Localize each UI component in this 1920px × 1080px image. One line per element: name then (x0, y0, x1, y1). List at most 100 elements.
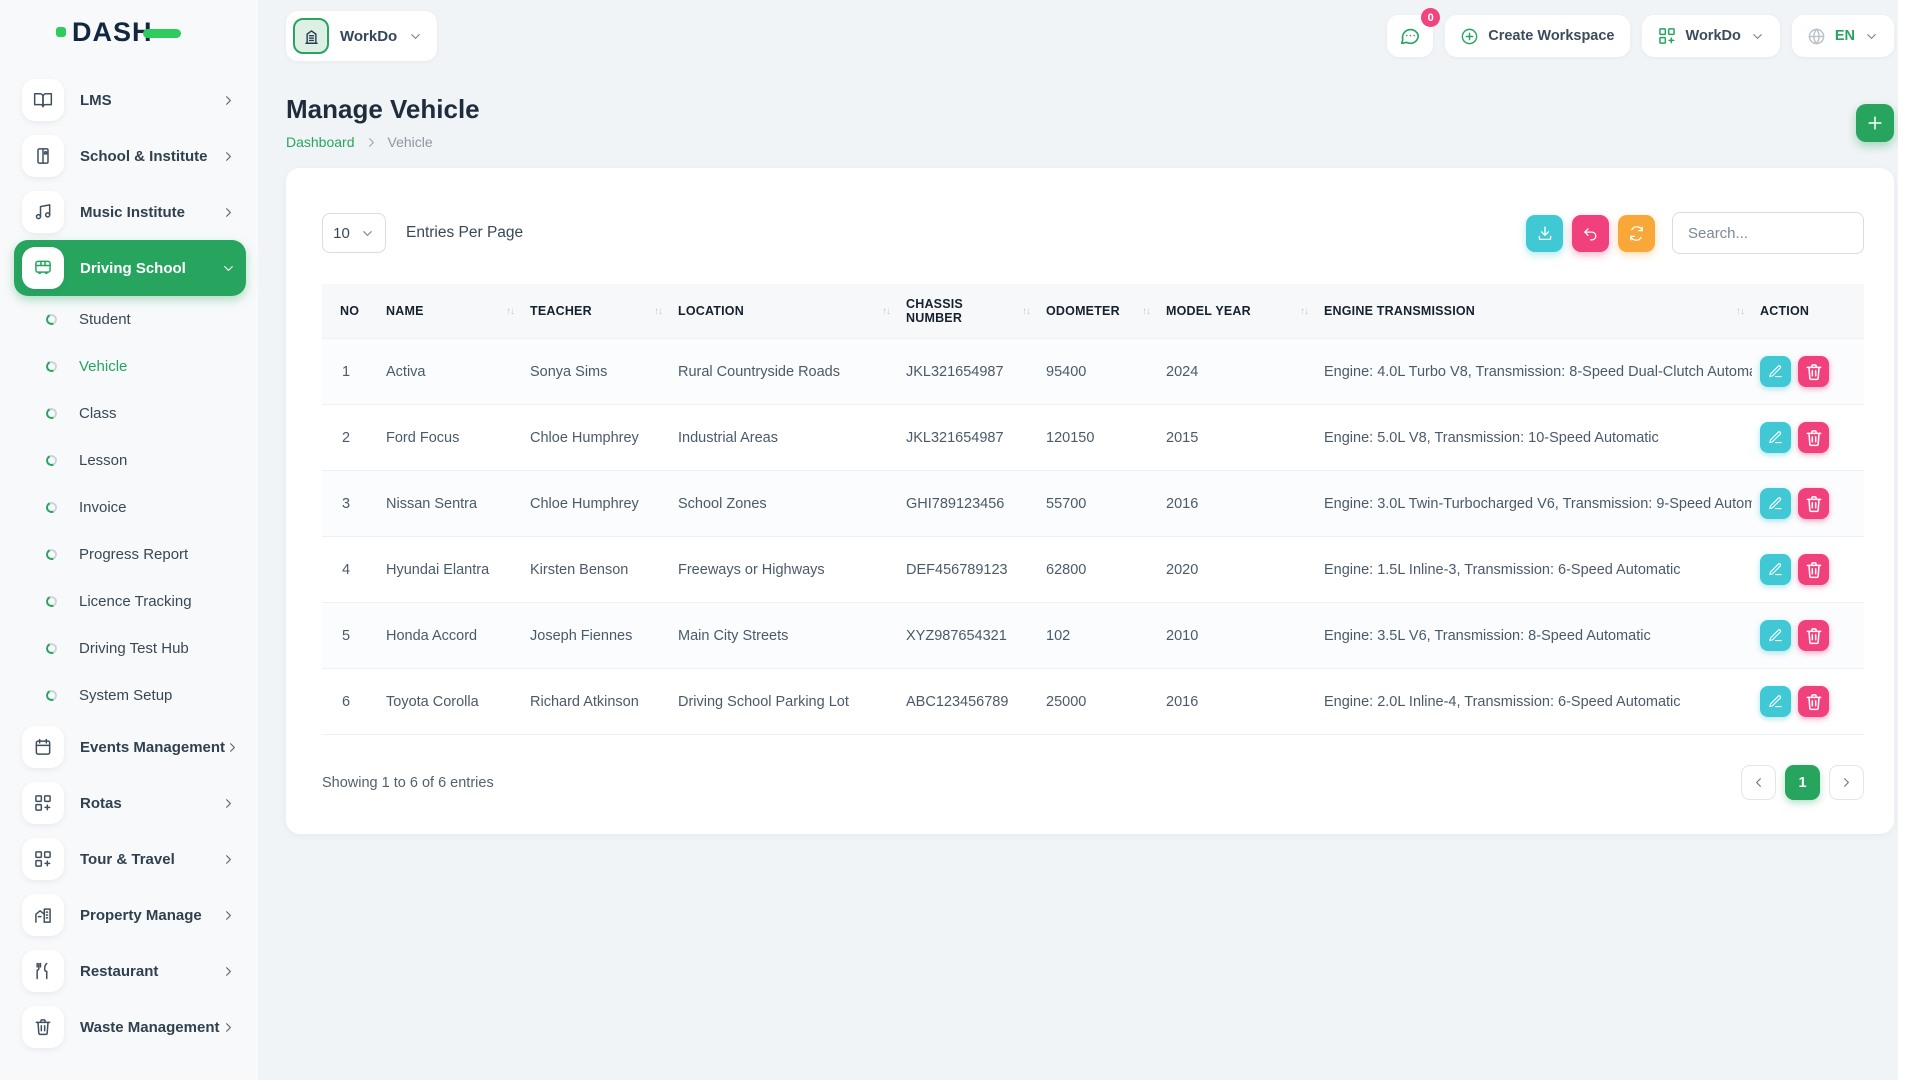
workspace-icon (293, 18, 329, 54)
chevron-down-icon (1864, 29, 1879, 44)
sidebar-item-driving-test-hub[interactable]: Driving Test Hub (14, 625, 246, 672)
edit-button[interactable] (1760, 686, 1791, 717)
sidebar-item-label: Lesson (79, 452, 128, 469)
language-selector[interactable]: EN (1791, 15, 1894, 57)
app-logo[interactable]: DASH (0, 0, 258, 64)
column-header-location[interactable]: LOCATION ↑↓ (670, 284, 898, 339)
reset-button[interactable] (1572, 214, 1609, 252)
sidebar-item-vehicle[interactable]: Vehicle (14, 343, 246, 390)
column-header-action: ACTION (1752, 284, 1864, 339)
sidebar-item-restaurant[interactable]: Restaurant (14, 943, 246, 999)
sort-icon[interactable]: ↑↓ (506, 306, 515, 317)
column-header-chassis-number[interactable]: CHASSIS NUMBER ↑↓ (898, 284, 1038, 339)
edit-button[interactable] (1760, 422, 1791, 453)
edit-button[interactable] (1760, 356, 1791, 387)
sidebar-item-rotas[interactable]: Rotas (14, 775, 246, 831)
column-header-label: ODOMETER (1046, 304, 1120, 318)
cell-action (1752, 404, 1864, 471)
add-vehicle-button[interactable] (1856, 104, 1894, 142)
delete-button[interactable] (1798, 356, 1829, 387)
entries-per-page-select[interactable]: 10 (322, 213, 386, 253)
cell-chassis-number: GHI789123456 (898, 470, 1038, 537)
delete-button[interactable] (1798, 686, 1829, 717)
edit-button[interactable] (1760, 554, 1791, 585)
pagination-prev-button[interactable] (1741, 765, 1776, 800)
sort-icon[interactable]: ↑↓ (1300, 306, 1309, 317)
sidebar-item-label: Tour & Travel (80, 850, 175, 868)
topbar: WorkDo 0 Create Workspace WorkDo EN (258, 0, 1898, 72)
sidebar-item-lms[interactable]: LMS (14, 72, 246, 128)
sidebar-item-property-manage[interactable]: Property Manage (14, 887, 246, 943)
breadcrumb-dashboard-link[interactable]: Dashboard (286, 134, 355, 150)
calendar-icon (33, 737, 53, 757)
sidebar-item-events-management[interactable]: Events Management (14, 719, 246, 775)
sidebar-item-lesson[interactable]: Lesson (14, 437, 246, 484)
delete-button[interactable] (1798, 620, 1829, 651)
sidebar-item-student[interactable]: Student (14, 296, 246, 343)
bullet-icon (44, 547, 59, 562)
workspace-switcher[interactable]: WorkDo (286, 11, 438, 61)
create-workspace-button[interactable]: Create Workspace (1445, 15, 1630, 57)
bullet-icon (44, 312, 59, 327)
cell-engine-transmission: Engine: 1.5L Inline-3, Transmission: 6-S… (1316, 536, 1752, 603)
column-header-model-year[interactable]: MODEL YEAR ↑↓ (1158, 284, 1316, 339)
vehicle-table-card: 10 Entries Per Page NONAME↑↓TEACHER↑↓LOC… (286, 168, 1894, 834)
cell-name: Ford Focus (378, 404, 522, 471)
sort-icon[interactable]: ↑↓ (1142, 306, 1151, 317)
column-header-engine-transmission[interactable]: ENGINE TRANSMISSION ↑↓ (1316, 284, 1752, 339)
refresh-button[interactable] (1618, 214, 1655, 252)
pagination-page-1[interactable]: 1 (1785, 765, 1820, 800)
search-input[interactable] (1672, 212, 1864, 254)
bullet-icon (44, 500, 59, 515)
column-header-label: TEACHER (530, 304, 592, 318)
cell-no: 1 (322, 338, 378, 405)
chevron-down-icon (360, 226, 375, 241)
delete-button[interactable] (1798, 422, 1829, 453)
column-header-name[interactable]: NAME ↑↓ (378, 284, 522, 339)
column-header-teacher[interactable]: TEACHER ↑↓ (522, 284, 670, 339)
column-header-label: NAME (386, 304, 424, 318)
edit-button[interactable] (1760, 620, 1791, 651)
messages-button[interactable]: 0 (1387, 8, 1441, 57)
pagination-next-button[interactable] (1829, 765, 1864, 800)
cell-teacher: Kirsten Benson (522, 536, 670, 603)
sort-icon[interactable]: ↑↓ (1022, 306, 1031, 317)
sidebar-item-music-institute[interactable]: Music Institute (14, 184, 246, 240)
workspace-label: WorkDo (340, 27, 398, 45)
sidebar-item-class[interactable]: Class (14, 390, 246, 437)
sidebar-item-system-setup[interactable]: System Setup (14, 672, 246, 719)
column-header-odometer[interactable]: ODOMETER ↑↓ (1038, 284, 1158, 339)
sort-icon[interactable]: ↑↓ (654, 306, 663, 317)
table-row: 5 Honda Accord Joseph Fiennes Main City Str… (322, 602, 1864, 669)
workdo-menu-button[interactable]: WorkDo (1641, 15, 1780, 57)
sidebar-item-waste-management[interactable]: Waste Management (14, 999, 246, 1055)
delete-button[interactable] (1798, 488, 1829, 519)
create-workspace-label: Create Workspace (1488, 28, 1615, 44)
scrollbar[interactable] (1898, 0, 1920, 1080)
cell-teacher: Joseph Fiennes (522, 602, 670, 669)
chevron-right-icon (221, 908, 236, 923)
export-button[interactable] (1526, 214, 1563, 252)
sidebar-item-progress-report[interactable]: Progress Report (14, 531, 246, 578)
page-title: Manage Vehicle (286, 94, 480, 124)
sort-icon[interactable]: ↑↓ (882, 306, 891, 317)
sidebar-item-school-and-institute[interactable]: School & Institute (14, 128, 246, 184)
column-header-label: ENGINE TRANSMISSION (1324, 304, 1476, 318)
sidebar-item-invoice[interactable]: Invoice (14, 484, 246, 531)
cell-model-year: 2010 (1158, 602, 1316, 669)
sidebar-item-licence-tracking[interactable]: Licence Tracking (14, 578, 246, 625)
sort-icon[interactable]: ↑↓ (1736, 306, 1745, 317)
chevron-right-icon (364, 135, 379, 150)
cell-odometer: 102 (1038, 602, 1158, 669)
cell-odometer: 120150 (1038, 404, 1158, 471)
delete-button[interactable] (1798, 554, 1829, 585)
logo-dot-icon (56, 27, 66, 37)
icon-box (22, 247, 64, 289)
sidebar-item-label: Class (79, 405, 117, 422)
sidebar-item-tour-and-travel[interactable]: Tour & Travel (14, 831, 246, 887)
table-body: 1 Activa Sonya Sims Rural Countryside Roads… (322, 338, 1864, 735)
sidebar-item-driving-school[interactable]: Driving School (14, 240, 246, 296)
edit-button[interactable] (1760, 488, 1791, 519)
language-label: EN (1834, 28, 1855, 44)
column-header-label: LOCATION (678, 304, 744, 318)
